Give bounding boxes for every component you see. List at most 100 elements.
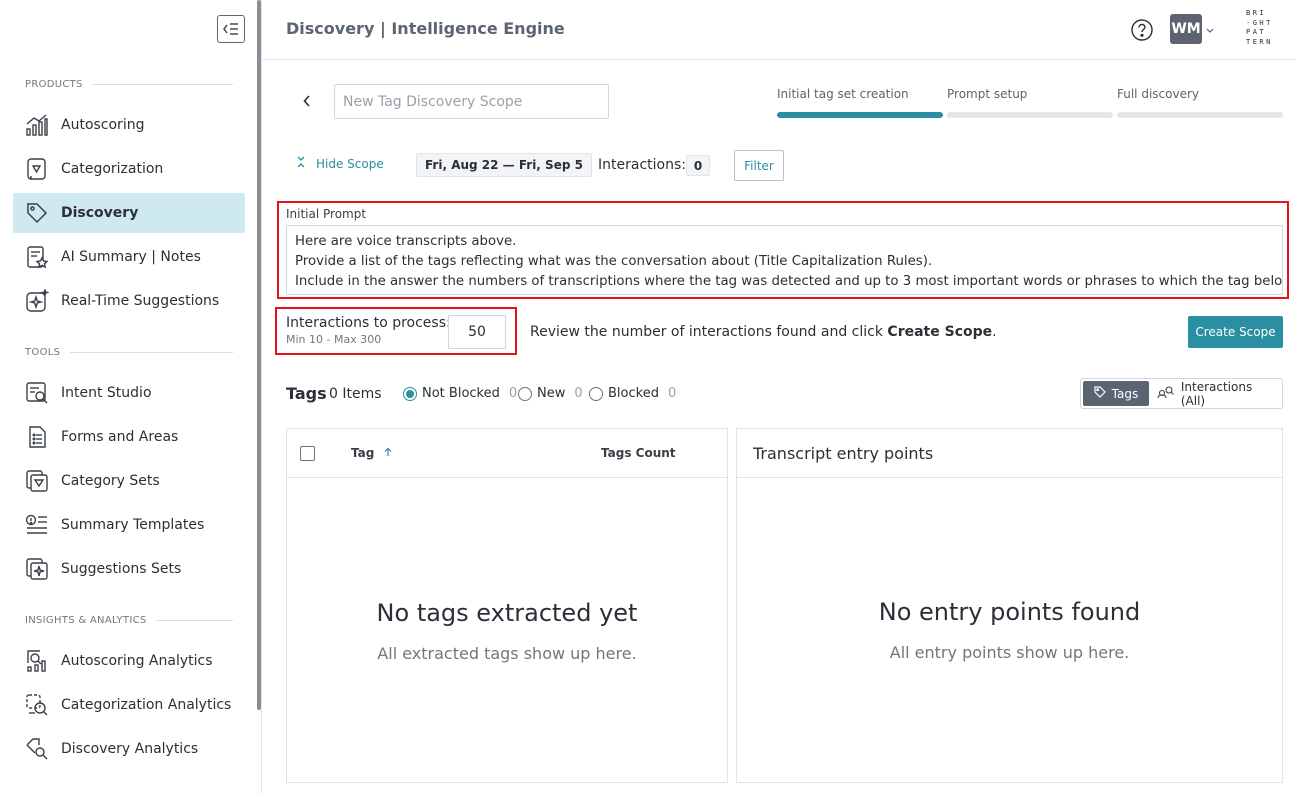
prompt-label: Initial Prompt (286, 207, 367, 221)
column-label: Tag (351, 446, 375, 460)
section-label-insights: INSIGHTS & ANALYTICS (25, 615, 233, 626)
filter-not-blocked-radio[interactable]: Not Blocked 0 (403, 386, 517, 401)
step-progress-bar (1117, 112, 1283, 118)
radio-label: Not Blocked (422, 386, 500, 401)
radio-count: 0 (667, 386, 677, 401)
sidebar-item-label: Discovery (61, 205, 139, 221)
sidebar-item-category-sets[interactable]: Category Sets (13, 461, 245, 501)
filter-blocked-radio[interactable]: Blocked 0 (589, 386, 676, 401)
collapse-menu-icon (223, 23, 238, 35)
brand-logo: BRI ·GHT PAT TERN (1246, 9, 1273, 47)
hide-scope-button[interactable]: Hide Scope (296, 156, 384, 171)
sidebar-item-label: Autoscoring (61, 117, 145, 133)
step-label: Initial tag set creation (777, 87, 909, 101)
sidebar-item-label: Intent Studio (61, 385, 152, 401)
back-button[interactable] (296, 89, 318, 113)
logo-line: BRI (1246, 9, 1267, 17)
step-label: Full discovery (1117, 87, 1199, 101)
notes-star-icon (25, 245, 49, 269)
sidebar-item-label: Categorization Analytics (61, 697, 232, 713)
logo-line: PAT (1246, 28, 1267, 36)
tags-items-count: 0 Items (329, 386, 382, 402)
radio-dot (589, 386, 603, 401)
step-progress-bar (777, 112, 943, 118)
tags-title: Tags (286, 384, 327, 403)
collapse-arrows-icon (296, 156, 306, 171)
sidebar-item-label: AI Summary | Notes (61, 249, 201, 265)
sidebar-item-summary-templates[interactable]: Summary Templates (13, 505, 245, 545)
sidebar-item-intent-studio[interactable]: Intent Studio (13, 373, 245, 413)
toggle-interactions-button[interactable]: Interactions (All) (1149, 379, 1280, 408)
step-label: Prompt setup (947, 87, 1028, 101)
sidebar-item-categorization-analytics[interactable]: Categorization Analytics (13, 685, 245, 725)
tags-empty-subtitle: All extracted tags show up here. (377, 644, 637, 663)
sidebar-item-autoscoring[interactable]: Autoscoring (13, 105, 245, 145)
top-header: Discovery | Intelligence Engine WM BRI ·… (262, 0, 1295, 60)
sidebar-item-label: Forms and Areas (61, 429, 179, 445)
prompt-textarea[interactable]: Here are voice transcripts above. Provid… (286, 225, 1283, 295)
user-avatar[interactable]: WM (1170, 14, 1202, 44)
scope-name-input[interactable] (334, 84, 609, 119)
toggle-tags-button[interactable]: Tags (1083, 381, 1149, 406)
entry-points-empty-subtitle: All entry points show up here. (889, 643, 1130, 662)
radio-dot (518, 386, 532, 401)
chevron-down-icon[interactable] (1206, 23, 1214, 38)
hide-scope-label: Hide Scope (316, 156, 384, 171)
section-label-tools: TOOLS (25, 347, 233, 358)
date-range-chip[interactable]: Fri, Aug 22 — Fri, Sep 5 (416, 153, 592, 177)
people-search-icon (1157, 385, 1175, 402)
intent-search-icon (25, 381, 49, 405)
review-instruction: Review the number of interactions found … (530, 324, 997, 340)
select-all-checkbox[interactable] (300, 446, 315, 461)
tags-empty-title: No tags extracted yet (376, 599, 638, 627)
sparkle-icon (25, 289, 49, 313)
radio-count: 0 (508, 386, 518, 401)
sidebar-item-label: Autoscoring Analytics (61, 653, 213, 669)
entry-points-panel: Transcript entry points No entry points … (736, 428, 1283, 783)
sort-ascending-icon (384, 446, 392, 460)
radio-dot (403, 386, 417, 401)
analytics-chart-icon (25, 649, 49, 673)
form-list-icon (25, 425, 49, 449)
interactions-count-badge: 0 (686, 155, 710, 176)
sidebar-item-ai-summary[interactable]: AI Summary | Notes (13, 237, 245, 277)
toggle-interactions-label: Interactions (All) (1180, 379, 1253, 408)
bar-chart-icon (25, 113, 49, 137)
categorization-icon (25, 157, 49, 181)
sidebar-item-discovery-analytics[interactable]: Discovery Analytics (13, 729, 245, 769)
interactions-to-process-input[interactable] (448, 315, 506, 349)
sidebar-item-label: Discovery Analytics (61, 741, 199, 757)
categorization-analytics-icon (25, 693, 49, 717)
help-icon[interactable] (1130, 18, 1154, 42)
interactions-label: Interactions: (598, 157, 686, 173)
collapse-sidebar-button[interactable] (217, 15, 245, 43)
suggestion-set-icon (25, 557, 49, 581)
sidebar-item-discovery[interactable]: Discovery (13, 193, 245, 233)
sidebar-item-autoscoring-analytics[interactable]: Autoscoring Analytics (13, 641, 245, 681)
filter-new-radio[interactable]: New 0 (518, 386, 583, 401)
sidebar-item-forms-and-areas[interactable]: Forms and Areas (13, 417, 245, 457)
sidebar-item-label: Category Sets (61, 473, 160, 489)
review-prefix: Review the number of interactions found … (530, 324, 888, 340)
logo-line: ·GHT (1246, 18, 1273, 27)
column-header-tags-count[interactable]: Tags Count (601, 446, 676, 460)
tags-panel: Tag Tags Count No tags extracted yet All… (286, 428, 728, 783)
tag-icon (25, 201, 49, 225)
summary-template-icon (25, 513, 49, 537)
sidebar-item-label: Real-Time Suggestions (61, 293, 220, 309)
sidebar-item-real-time-suggestions[interactable]: Real-Time Suggestions (13, 281, 245, 321)
sidebar-item-suggestions-sets[interactable]: Suggestions Sets (13, 549, 245, 589)
sidebar-divider (261, 0, 262, 794)
column-header-tag[interactable]: Tag (351, 446, 392, 460)
sidebar-item-label: Summary Templates (61, 517, 205, 533)
create-scope-button[interactable]: Create Scope (1188, 316, 1283, 348)
filter-button[interactable]: Filter (734, 150, 784, 181)
entry-points-header: Transcript entry points (737, 429, 1282, 478)
tags-table-header: Tag Tags Count (287, 429, 727, 478)
section-label-products: PRODUCTS (25, 79, 233, 90)
logo-line: TERN (1246, 37, 1273, 46)
category-set-icon (25, 469, 49, 493)
review-bold: Create Scope (887, 324, 993, 340)
sidebar-item-categorization[interactable]: Categorization (13, 149, 245, 189)
view-toggle: Tags Interactions (All) (1080, 378, 1283, 409)
